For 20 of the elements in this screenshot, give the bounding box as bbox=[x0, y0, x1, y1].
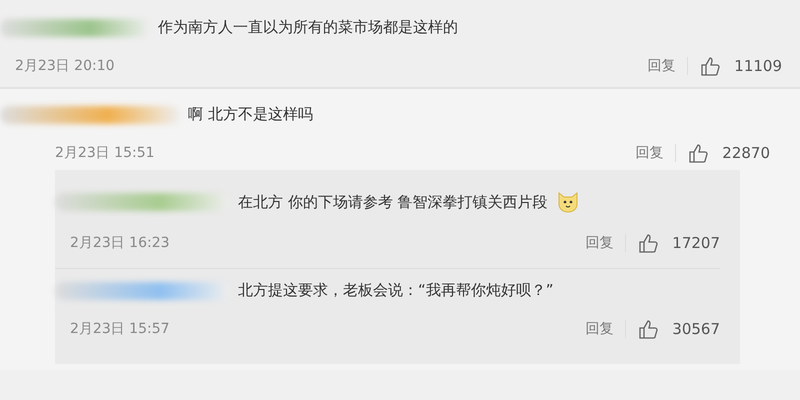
like-count: 17207 bbox=[672, 234, 720, 252]
thumbs-up-icon[interactable] bbox=[638, 232, 660, 254]
comment-time: 2月23日 20:10 bbox=[15, 57, 115, 75]
like-count: 22870 bbox=[722, 144, 770, 162]
comment-text: 作为南方人一直以为所有的菜市场都是这样的 bbox=[158, 18, 458, 37]
comment-text: 啊 北方不是这样吗 bbox=[188, 105, 313, 124]
comment-time: 2月23日 16:23 bbox=[70, 234, 170, 252]
like-count: 11109 bbox=[734, 57, 782, 75]
reply-text: 北方提这要求，老板会说：“我再帮你炖好呗？” bbox=[238, 281, 554, 300]
thumbs-up-icon[interactable] bbox=[688, 142, 710, 164]
comment-time: 2月23日 15:51 bbox=[55, 144, 155, 162]
like-count: 30567 bbox=[672, 320, 720, 338]
reply-link[interactable]: 回复 bbox=[585, 320, 626, 338]
reply-text: 在北方 你的下场请参考 鲁智深拳打镇关西片段 bbox=[238, 192, 548, 212]
reply-link[interactable]: 回复 bbox=[647, 57, 688, 75]
thumbs-up-icon[interactable] bbox=[638, 318, 660, 340]
reply-link[interactable]: 回复 bbox=[585, 234, 626, 252]
thumbs-up-icon[interactable] bbox=[700, 55, 722, 77]
reply-link[interactable]: 回复 bbox=[635, 144, 676, 162]
comment-time: 2月23日 15:57 bbox=[70, 320, 170, 338]
